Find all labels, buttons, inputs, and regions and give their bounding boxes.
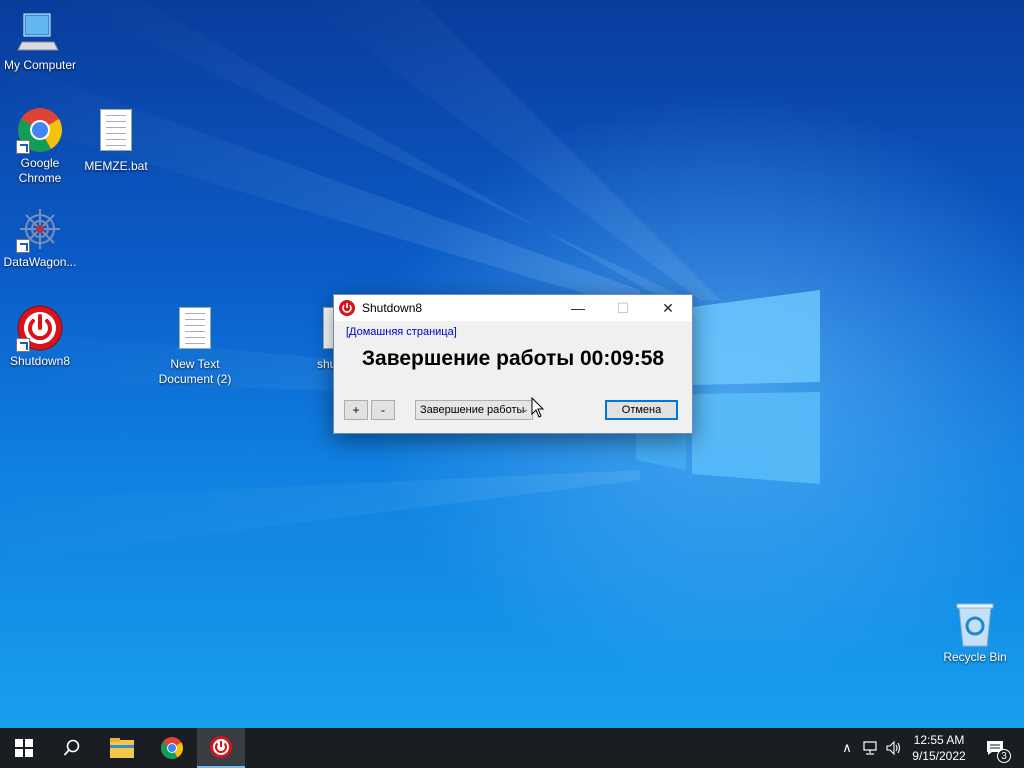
network-glyph bbox=[863, 741, 877, 755]
home-page-link[interactable]: [Домашняя страница] bbox=[346, 326, 457, 338]
chrome-icon bbox=[161, 737, 183, 759]
maximize-button[interactable]: ☐ bbox=[600, 295, 646, 321]
speaker-glyph bbox=[886, 741, 901, 755]
desktop-icon-recycle-bin[interactable]: Recycle Bin bbox=[935, 600, 1015, 665]
desktop-icon-label: Recycle Bin bbox=[943, 650, 1007, 664]
taskbar: ∧ 12:55 AM 9/15/2022 3 bbox=[0, 728, 1024, 768]
computer-icon bbox=[16, 8, 64, 56]
minimize-button[interactable]: — bbox=[555, 295, 601, 321]
chevron-down-icon: ⌄ bbox=[520, 404, 529, 415]
desktop-icon-label: New Text Document (2) bbox=[158, 357, 232, 386]
network-icon[interactable] bbox=[860, 728, 882, 768]
shortcut-arrow-icon bbox=[16, 338, 30, 352]
taskbar-chrome[interactable] bbox=[148, 728, 196, 768]
shortcut-arrow-icon bbox=[16, 140, 30, 154]
desktop-icon-google-chrome[interactable]: Google Chrome bbox=[0, 106, 80, 186]
folder-icon bbox=[110, 738, 134, 758]
desktop-icon-label: My Computer bbox=[3, 58, 77, 72]
action-select[interactable]: Завершение работы ⌄ bbox=[415, 400, 533, 420]
countdown-text: Завершение работы 00:09:58 bbox=[361, 347, 665, 370]
chrome-icon bbox=[16, 106, 64, 154]
desktop-icon-shu[interactable]: shu bbox=[297, 304, 337, 372]
taskbar-file-explorer[interactable] bbox=[98, 728, 146, 768]
taskbar-shutdown8[interactable] bbox=[197, 728, 245, 768]
shutdown8-window[interactable]: Shutdown8 — ☐ ✕ [Домашняя страница] Заве… bbox=[333, 294, 693, 434]
batch-file-icon bbox=[92, 109, 140, 157]
title-bar[interactable]: Shutdown8 — ☐ ✕ bbox=[334, 295, 692, 321]
power-icon bbox=[339, 300, 355, 316]
action-center-button[interactable]: 3 bbox=[978, 728, 1012, 768]
show-hidden-icons-button[interactable]: ∧ bbox=[838, 728, 856, 768]
search-button[interactable] bbox=[48, 728, 96, 768]
notification-count-badge: 3 bbox=[997, 749, 1011, 763]
desktop-icon-shutdown8[interactable]: Shutdown8 bbox=[0, 304, 80, 369]
desktop-icon-my-computer[interactable]: My Computer bbox=[0, 8, 80, 73]
cancel-button[interactable]: Отмена bbox=[605, 400, 678, 420]
window-title: Shutdown8 bbox=[362, 301, 423, 315]
decrease-time-button[interactable]: - bbox=[371, 400, 395, 420]
text-file-icon bbox=[171, 307, 219, 355]
power-icon bbox=[210, 736, 232, 758]
mouse-cursor-icon bbox=[531, 397, 545, 418]
recycle-bin-icon bbox=[951, 600, 999, 648]
desktop-icon-label: Shutdown8 bbox=[9, 354, 71, 368]
clock[interactable]: 12:55 AM 9/15/2022 bbox=[904, 732, 974, 764]
action-select-value: Завершение работы bbox=[420, 404, 525, 416]
increase-time-button[interactable]: + bbox=[344, 400, 368, 420]
desktop-icon-memze-bat[interactable]: MEMZE.bat bbox=[76, 106, 156, 174]
desktop-icon-datawagon[interactable]: DataWagon... bbox=[0, 205, 80, 270]
clock-date: 9/15/2022 bbox=[912, 749, 966, 763]
clock-time: 12:55 AM bbox=[913, 733, 965, 747]
start-button[interactable] bbox=[0, 728, 48, 768]
desktop-icon-label: Google Chrome bbox=[18, 156, 62, 185]
windows-logo-icon bbox=[15, 739, 33, 757]
datawagon-icon bbox=[16, 205, 64, 253]
shortcut-arrow-icon bbox=[16, 239, 30, 253]
desktop-icon-label: shu bbox=[317, 357, 337, 371]
desktop-icon-label: DataWagon... bbox=[3, 255, 77, 269]
close-button[interactable]: ✕ bbox=[645, 295, 691, 321]
volume-icon[interactable] bbox=[884, 728, 904, 768]
power-icon bbox=[16, 304, 64, 352]
desktop-icon-new-text-document[interactable]: New Text Document (2) bbox=[155, 304, 235, 387]
desktop-icon-label: MEMZE.bat bbox=[84, 159, 148, 173]
search-icon bbox=[63, 739, 80, 756]
